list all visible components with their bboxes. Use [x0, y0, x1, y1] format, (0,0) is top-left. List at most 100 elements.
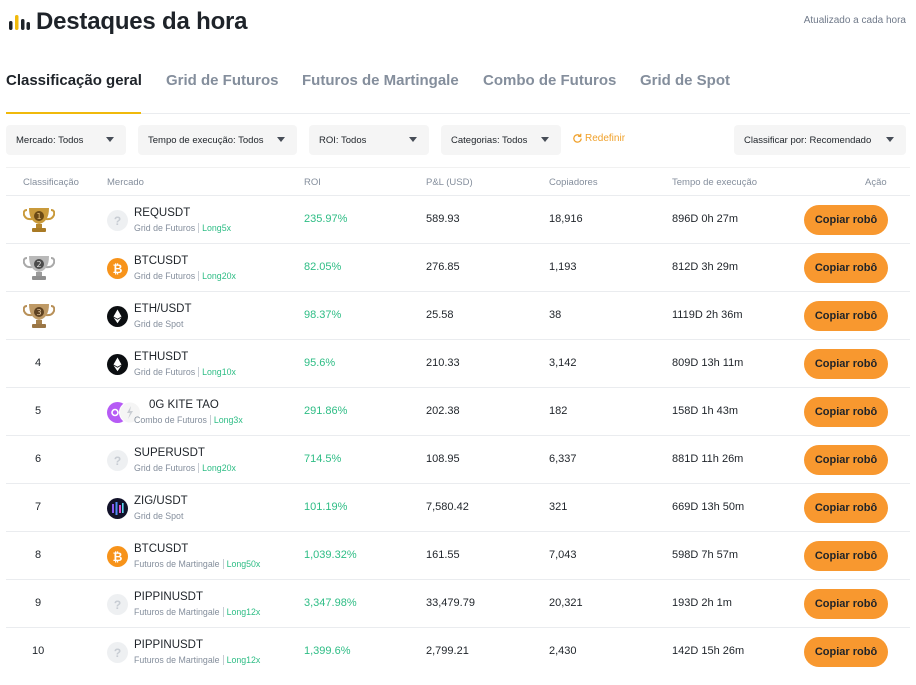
pnl-value: 202.38: [426, 405, 460, 417]
strategy-info: Combo de Futuros Long3x: [134, 415, 243, 425]
silver-trophy-icon: 2: [23, 256, 55, 280]
market-cell: SUPERUSDT Grid de Futuros Long20x: [134, 447, 236, 473]
header-copiers[interactable]: Copiadores: [549, 177, 598, 188]
copy-bot-button[interactable]: Copiar robô: [804, 397, 888, 427]
table-row[interactable]: 1 ? REQUSDT Grid de Futuros Long5x 235.97…: [6, 195, 910, 243]
gold-trophy-icon: 1: [23, 208, 55, 232]
symbol: BTCUSDT: [134, 543, 189, 555]
strategy-type: Grid de Futuros: [134, 463, 196, 473]
header-pnl[interactable]: P&L (USD): [426, 177, 473, 188]
roi-value: 101.19%: [304, 501, 348, 513]
strategy-info: Grid de Futuros Long5x: [134, 223, 231, 233]
strategy-type: Grid de Spot: [134, 511, 184, 521]
svg-text:₿: ₿: [113, 550, 123, 564]
copy-bot-button[interactable]: Copiar robô: [804, 301, 888, 331]
strategy-type: Futuros de Martingale: [134, 607, 220, 617]
market-cell: ZIG/USDT Grid de Spot: [134, 495, 188, 521]
copy-bot-button[interactable]: Copiar robô: [804, 541, 888, 571]
btc-icon: ₿: [107, 258, 128, 279]
copy-bot-button[interactable]: Copiar robô: [804, 589, 888, 619]
reset-label: Redefinir: [585, 133, 626, 144]
leverage-badge: Long12x: [222, 655, 261, 665]
categories-filter-label: Categorias: Todos: [451, 134, 528, 146]
pnl-value: 161.55: [426, 549, 460, 561]
market-cell: PIPPINUSDT Futuros de Martingale Long12x: [134, 639, 261, 665]
runtime-filter-dropdown[interactable]: Tempo de execução: Todos: [138, 125, 297, 155]
strategy-info: Futuros de Martingale Long12x: [134, 607, 261, 617]
strategy-type: Grid de Futuros: [134, 271, 196, 281]
roi-value: 235.97%: [304, 213, 348, 225]
table-row[interactable]: 9 ? PIPPINUSDT Futuros de Martingale Long…: [6, 579, 910, 627]
strategy-type: Grid de Spot: [134, 319, 184, 329]
symbol: PIPPINUSDT: [134, 591, 204, 603]
leverage-badge: Long20x: [198, 463, 236, 473]
reset-filters-link[interactable]: Redefinir: [572, 133, 625, 144]
copiers-value: 20,321: [549, 597, 583, 609]
market-cell: 0G KITE TAO Combo de Futuros Long3x: [134, 399, 243, 425]
copy-bot-button[interactable]: Copiar robô: [804, 637, 888, 667]
svg-text:₿: ₿: [113, 262, 123, 276]
header-rank: Classificação: [23, 177, 79, 188]
runtime-value: 812D 3h 29m: [672, 261, 739, 273]
table-row[interactable]: 10 ? PIPPINUSDT Futuros de Martingale Lon…: [6, 627, 910, 675]
copiers-value: 38: [549, 309, 562, 321]
placeholder-coin-icon: ?: [107, 450, 128, 471]
roi-value: 1,039.32%: [304, 549, 357, 561]
tab-grid-de-futuros[interactable]: Grid de Futuros: [166, 72, 279, 89]
pnl-value: 33,479.79: [426, 597, 475, 609]
copiers-value: 6,337: [549, 453, 577, 465]
market-cell: ETH/USDT Grid de Spot: [134, 303, 192, 329]
table-row[interactable]: 4 ETHUSDT Grid de Futuros Long10x 95.6% 2…: [6, 339, 910, 387]
table-row[interactable]: 6 ? SUPERUSDT Grid de Futuros Long20x 714…: [6, 435, 910, 483]
tab-futuros-de-martingale[interactable]: Futuros de Martingale: [302, 72, 459, 89]
symbol: ETH/USDT: [134, 303, 192, 315]
table-row[interactable]: 2 ₿ BTCUSDT Grid de Futuros Long20x 82.05…: [6, 243, 910, 291]
refresh-icon: [573, 133, 582, 143]
roi-value: 3,347.98%: [304, 597, 357, 609]
table-row[interactable]: 8 ₿ BTCUSDT Futuros de Martingale Long50x…: [6, 531, 910, 579]
market-filter-dropdown[interactable]: Mercado: Todos: [6, 125, 126, 155]
tab-classificacao-geral[interactable]: Classificação geral: [6, 72, 142, 89]
rank-number: 4: [35, 357, 42, 369]
table-row[interactable]: 7 ZIG/USDT Grid de Spot 101.19% 7,580.42…: [6, 483, 910, 531]
copy-bot-button[interactable]: Copiar robô: [804, 493, 888, 523]
copy-bot-button[interactable]: Copiar robô: [804, 205, 888, 235]
header-runtime[interactable]: Tempo de execução: [672, 177, 757, 188]
rank-number: 8: [35, 549, 42, 561]
sort-label: Classificar por: Recomendado: [744, 134, 872, 146]
market-filter-label: Mercado: Todos: [16, 134, 84, 146]
roi-value: 1,399.6%: [304, 645, 351, 657]
copy-bot-button[interactable]: Copiar robô: [804, 253, 888, 283]
caret-down-icon: [541, 137, 549, 142]
tab-combo-de-futuros[interactable]: Combo de Futuros: [483, 72, 616, 89]
pnl-value: 25.58: [426, 309, 454, 321]
table-row[interactable]: 5 0G KITE TAO Combo de Futuros Long3x 291…: [6, 387, 910, 435]
copy-bot-button[interactable]: Copiar robô: [804, 445, 888, 475]
copiers-value: 7,043: [549, 549, 577, 561]
rank-number: 6: [35, 453, 42, 465]
bronze-trophy-icon: 3: [23, 304, 55, 328]
header-roi[interactable]: ROI: [304, 177, 321, 188]
eth-icon: [107, 306, 128, 327]
header-action: Ação: [865, 177, 887, 188]
sort-dropdown[interactable]: Classificar por: Recomendado: [734, 125, 906, 155]
tab-grid-de-spot[interactable]: Grid de Spot: [640, 72, 730, 89]
rank-number: 9: [35, 597, 42, 609]
symbol: ETHUSDT: [134, 351, 189, 363]
leverage-badge: Long20x: [198, 271, 236, 281]
strategy-info: Grid de Futuros Long20x: [134, 463, 236, 473]
roi-value: 714.5%: [304, 453, 342, 465]
rank-number: 5: [35, 405, 42, 417]
categories-filter-dropdown[interactable]: Categorias: Todos: [441, 125, 561, 155]
roi-filter-dropdown[interactable]: ROI: Todos: [309, 125, 429, 155]
leverage-badge: Long12x: [222, 607, 261, 617]
copiers-value: 3,142: [549, 357, 577, 369]
copiers-value: 182: [549, 405, 568, 417]
table-row[interactable]: 3 ETH/USDT Grid de Spot 98.37% 25.58 38 …: [6, 291, 910, 339]
strategy-info: Grid de Spot: [134, 511, 188, 521]
caret-down-icon: [277, 137, 285, 142]
copy-bot-button[interactable]: Copiar robô: [804, 349, 888, 379]
pnl-value: 2,799.21: [426, 645, 469, 657]
market-cell: PIPPINUSDT Futuros de Martingale Long12x: [134, 591, 261, 617]
rank-number: 7: [35, 501, 42, 513]
